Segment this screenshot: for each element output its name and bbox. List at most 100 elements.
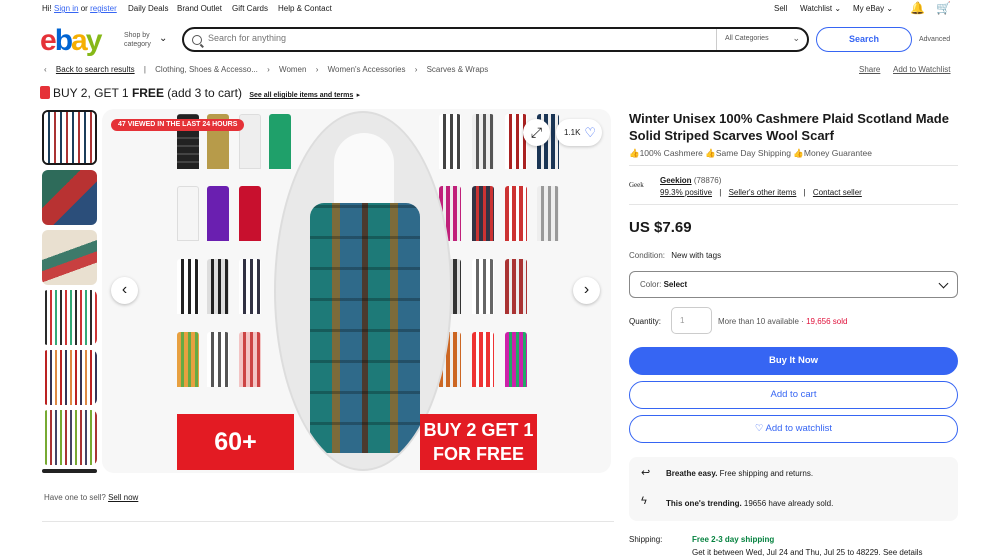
chevron-right-icon: › [267,65,270,74]
color-select[interactable]: Color: Select [629,271,958,298]
chevron-right-icon: › [583,281,590,298]
shipping-label: Shipping: [629,535,663,544]
add-to-watchlist-link[interactable]: Add to Watchlist [893,65,951,74]
seller-separator: | [719,188,722,197]
info-box: ↩ Breathe easy. Free shipping and return… [629,457,958,521]
chevron-right-icon: › [315,65,319,74]
logo-letter-a: a [71,24,88,57]
or-text: or [80,4,88,13]
availability-text: More than 10 available [718,317,799,326]
info-trending: This one's trending. 19656 have already … [666,499,833,508]
category-select[interactable]: All Categories ⌄ [716,29,808,50]
info-shipping: Breathe easy. Free shipping and returns. [666,469,813,478]
breadcrumb-item[interactable]: Clothing, Shoes & Accesso... [155,65,258,74]
chevron-down-icon: ⌄ [159,33,168,44]
mannequin [334,133,394,213]
thumbnail-2[interactable] [42,170,97,225]
breadcrumb-item[interactable]: Women [279,65,306,74]
ebay-logo[interactable]: ebay [40,24,102,58]
next-image-button[interactable]: › [573,277,600,304]
chevron-left-icon: ‹ [121,281,128,298]
promo-terms-link[interactable]: See all eligible items and terms [249,92,353,99]
buy2get1-banner: BUY 2 GET 1 FOR FREE [420,414,537,470]
breadcrumb-item[interactable]: Scarves & Wraps [427,65,489,74]
watch-count-button[interactable]: 1.1K ♡ [556,119,602,146]
viewed-badge: 47 VIEWED IN THE LAST 24 HOURS [111,119,245,131]
promo-banner: BUY 2, GET 1 FREE (add 3 to cart) See al… [40,86,360,100]
featured-scarf [310,203,420,453]
chevron-left-icon[interactable]: ‹ [44,65,47,74]
my-ebay-menu[interactable]: My eBay ⌄ [853,4,893,13]
seller-logo[interactable]: Geek [629,181,653,193]
search-button[interactable]: Search [816,27,912,52]
condition-label: Condition: [629,251,666,260]
brand-outlet-link[interactable]: Brand Outlet [177,4,222,13]
help-contact-link[interactable]: Help & Contact [278,4,332,13]
sell-prompt: Have one to sell? Sell now [44,493,138,502]
chevron-down-icon [938,278,949,289]
bell-icon[interactable]: 🔔 [910,1,925,15]
buy-it-now-button[interactable]: Buy It Now [629,347,958,375]
advanced-search-link[interactable]: Advanced [919,36,950,43]
divider [629,204,958,205]
promo-text-free: FREE [131,86,164,100]
divider [629,165,958,166]
thumbnail-7-partial[interactable] [42,469,97,473]
watchlist-menu[interactable]: Watchlist ⌄ [800,4,841,13]
seller-name-link[interactable]: Geekion [660,176,692,185]
tag-icon [40,86,50,99]
back-to-search-link[interactable]: Back to search results [56,65,135,74]
category-value: All Categories [725,35,769,42]
product-title: Winter Unisex 100% Cashmere Plaid Scotla… [629,111,949,143]
search-bar: All Categories ⌄ [182,27,809,52]
condition: Condition: New with tags [629,251,721,260]
register-link[interactable]: register [90,4,117,13]
seller-logo-text: Geek [629,181,644,189]
heart-icon: ♡ [584,125,596,140]
quantity-label: Quantity: [629,317,662,326]
gift-cards-link[interactable]: Gift Cards [232,4,268,13]
thumbnail-3[interactable] [42,230,97,285]
seller-info: Geekion (78876) [660,176,721,185]
promo-text-a: BUY 2, GET 1 [53,86,132,100]
thumbnail-6[interactable] [42,410,97,465]
colors-banner: 60+ Colors [177,414,294,470]
divider [42,521,614,522]
thumbnail-1[interactable] [42,110,97,165]
greeting: Hi! Sign in or register [42,4,117,13]
add-to-watchlist-button[interactable]: ♡ Add to watchlist [629,415,958,443]
lightning-icon: ϟ [641,495,647,507]
info-title: Breathe easy. [666,469,718,478]
quantity-input[interactable]: 1 [671,307,712,334]
breadcrumb-separator: | [143,65,146,74]
seller-positive-link[interactable]: 99.3% positive [660,188,712,197]
shipping-date: Get it between Wed, Jul 24 and Thu, Jul … [692,548,923,556]
my-ebay-label: My eBay [853,4,885,13]
color-label: Color: [640,280,662,289]
chevron-down-icon: ⌄ [886,4,894,13]
sold-count: 19,656 sold [806,317,848,326]
expand-icon[interactable]: ⤢ [523,119,550,146]
search-input[interactable] [208,33,708,43]
cart-icon[interactable]: 🛒 [936,1,951,15]
thumbnail-5[interactable] [42,350,97,405]
chevron-right-icon: › [414,65,418,74]
thumbnail-4[interactable] [42,290,97,345]
main-product-image[interactable]: 60+ Colors BUY 2 GET 1 FOR FREE 47 VIEWE… [102,109,611,473]
share-link[interactable]: Share [859,65,880,74]
seller-other-items-link[interactable]: Seller's other items [729,188,797,197]
triangle-right-icon: ▸ [356,92,361,99]
prev-image-button[interactable]: ‹ [111,277,138,304]
price: US $7.69 [629,219,692,236]
contact-seller-link[interactable]: Contact seller [813,188,862,197]
color-value: Select [663,280,688,289]
sell-now-link[interactable]: Sell now [108,493,138,502]
add-to-cart-button[interactable]: Add to cart [629,381,958,409]
condition-value: New with tags [671,251,722,260]
breadcrumb-item[interactable]: Women's Accessories [328,65,406,74]
daily-deals-link[interactable]: Daily Deals [128,4,168,13]
shop-by-category[interactable]: Shop by category [124,31,164,49]
sign-in-link[interactable]: Sign in [54,4,78,13]
sell-link[interactable]: Sell [774,4,787,13]
watch-count: 1.1K [564,128,581,137]
